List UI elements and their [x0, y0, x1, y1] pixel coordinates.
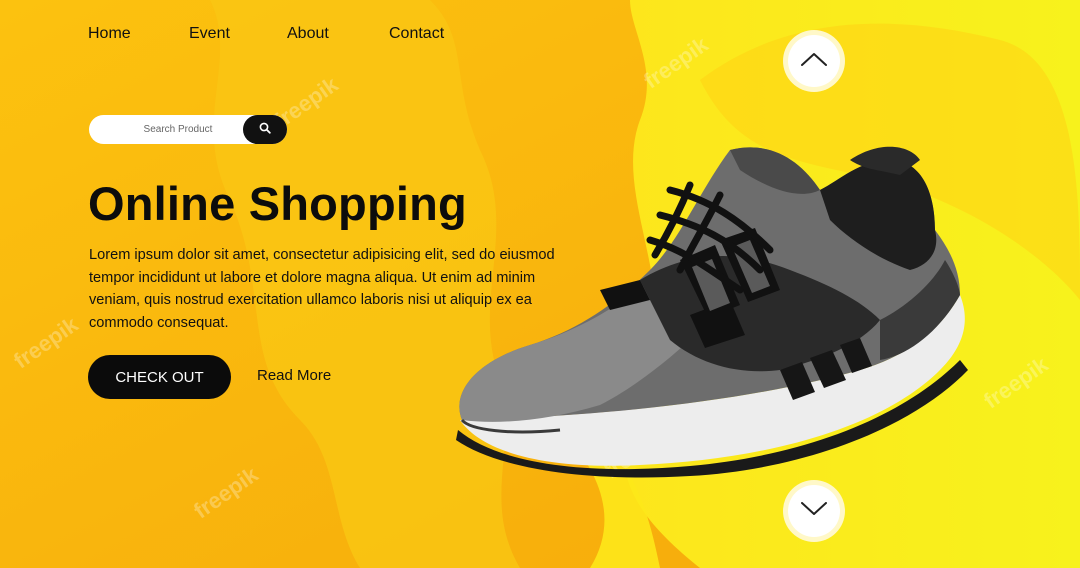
chevron-down-icon: [801, 501, 827, 521]
sneaker-image: [456, 146, 968, 478]
nav-contact[interactable]: Contact: [389, 25, 444, 43]
scroll-up-button[interactable]: [783, 30, 845, 92]
nav-about[interactable]: About: [287, 25, 329, 43]
search-bar: [89, 115, 287, 144]
nav-home[interactable]: Home: [88, 25, 131, 43]
check-out-button[interactable]: CHECK OUT: [88, 355, 231, 399]
read-more-link[interactable]: Read More: [257, 367, 331, 384]
scroll-down-button[interactable]: [783, 480, 845, 542]
search-input[interactable]: [103, 115, 253, 144]
search-button[interactable]: [243, 115, 287, 144]
nav-event[interactable]: Event: [189, 25, 230, 43]
chevron-up-icon: [801, 52, 827, 71]
page-title: Online Shopping: [88, 177, 467, 230]
search-icon: [259, 121, 271, 139]
